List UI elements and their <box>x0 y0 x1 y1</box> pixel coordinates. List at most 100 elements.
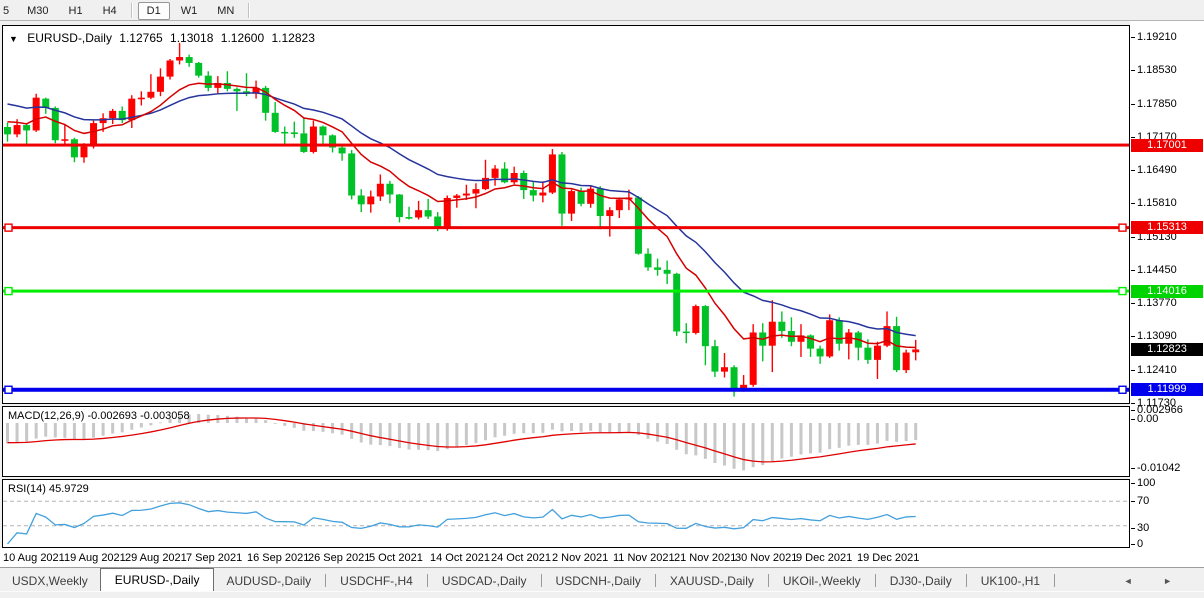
horizontal-line-1.15313[interactable] <box>3 224 1129 231</box>
tab-separator <box>427 574 428 587</box>
price-chart-pane[interactable]: ▼ EURUSD-,Daily 1.12765 1.13018 1.12600 … <box>2 25 1130 404</box>
candle-body <box>300 133 307 152</box>
horizontal-line-1.14016[interactable] <box>3 288 1129 295</box>
candle-body <box>90 123 97 146</box>
tab-separator <box>655 574 656 587</box>
tab-scroll-arrows[interactable]: ◄ ► <box>1124 576 1186 586</box>
candle-body <box>109 111 116 118</box>
date-label: 16 Sep 2021 <box>247 552 309 564</box>
date-label: 7 Sep 2021 <box>186 552 242 564</box>
symbol-dropdown-icon[interactable]: ▼ <box>9 34 18 44</box>
candle-body <box>23 125 30 130</box>
price-label-1.15313: 1.15313 <box>1131 221 1203 234</box>
chart-tab-bar: USDX,WeeklyEURUSD-,DailyAUDUSD-,DailyUSD… <box>0 567 1204 592</box>
macd-pane[interactable]: MACD(12,26,9) -0.002693 -0.003058 <box>2 406 1130 477</box>
tab-separator <box>325 574 326 587</box>
timeframe-button-m30[interactable]: M30 <box>18 2 57 20</box>
candlestick-chart[interactable] <box>3 26 1129 403</box>
candle-body <box>167 60 174 76</box>
tab-separator <box>541 574 542 587</box>
timeframe-button-d1[interactable]: D1 <box>138 2 170 20</box>
candle-body <box>645 254 652 268</box>
chart-tab-usdx-weekly[interactable]: USDX,Weekly <box>0 570 100 592</box>
line-handle[interactable] <box>1119 224 1126 231</box>
line-handle[interactable] <box>1119 288 1126 295</box>
price-tick-label: 1.13770 <box>1137 298 1177 309</box>
chart-tab-usdchf-h4[interactable]: USDCHF-,H4 <box>328 570 425 592</box>
candle-body <box>597 189 604 216</box>
timeframe-button-mn[interactable]: MN <box>208 2 243 20</box>
candle-body <box>386 184 393 195</box>
candles-group[interactable] <box>4 43 919 397</box>
price-tick-label: 1.18530 <box>1137 65 1177 76</box>
date-label: 5 Oct 2021 <box>369 552 423 564</box>
price-axis[interactable]: 1.192101.185301.178501.171701.164901.158… <box>1130 21 1204 567</box>
candle-body <box>731 367 738 391</box>
candle-body <box>147 92 154 98</box>
date-label: 14 Oct 2021 <box>430 552 490 564</box>
candle-body <box>157 77 164 92</box>
macd-signal-line <box>8 418 916 462</box>
rsi-line <box>8 503 916 544</box>
candle-body <box>281 132 288 134</box>
chart-tab-eurusd-daily[interactable]: EURUSD-,Daily <box>100 568 215 593</box>
chart-tab-usdcnh-daily[interactable]: USDCNH-,Daily <box>544 570 653 592</box>
candle-body <box>358 196 365 205</box>
candle-body <box>864 348 871 360</box>
candle-body <box>520 173 527 190</box>
candle-body <box>319 127 326 136</box>
ma-fast-line[interactable] <box>8 83 916 347</box>
timeframe-button-h4[interactable]: H4 <box>94 2 126 20</box>
ohlc-high: 1.13018 <box>170 31 213 45</box>
candle-body <box>702 306 709 346</box>
macd-label: MACD(12,26,9) -0.002693 -0.003058 <box>8 410 190 422</box>
ma-slow-line[interactable] <box>8 93 916 336</box>
date-label: 10 Aug 2021 <box>3 552 65 564</box>
timeframe-button-w1[interactable]: W1 <box>172 2 207 20</box>
price-label-1.14016: 1.14016 <box>1131 285 1203 298</box>
macd-histogram <box>6 414 917 470</box>
line-handle[interactable] <box>5 386 12 393</box>
chart-tab-audusd-daily[interactable]: AUDUSD-,Daily <box>214 570 323 592</box>
candle-body <box>711 346 718 371</box>
symbol-header: ▼ EURUSD-,Daily 1.12765 1.13018 1.12600 … <box>9 31 319 45</box>
price-tick-label: 1.19210 <box>1137 32 1177 43</box>
rsi-pane[interactable]: RSI(14) 45.9729 <box>2 479 1130 548</box>
candle-body <box>52 108 59 140</box>
candle-body <box>14 125 21 134</box>
date-label: 26 Sep 2021 <box>308 552 370 564</box>
candle-body <box>683 331 690 333</box>
rsi-axis-100: 100 <box>1137 478 1155 489</box>
timeframe-button-5[interactable]: 5 <box>1 2 16 20</box>
rsi-axis-30: 30 <box>1137 523 1149 534</box>
chart-tab-uk100-h1[interactable]: UK100-,H1 <box>969 570 1052 592</box>
candle-body <box>836 320 843 343</box>
chart-tab-usdcad-daily[interactable]: USDCAD-,Daily <box>430 570 539 592</box>
candle-body <box>463 194 470 196</box>
rsi-chart[interactable] <box>3 480 1129 547</box>
price-tick-label: 1.15810 <box>1137 198 1177 209</box>
date-label: 29 Aug 2021 <box>125 552 187 564</box>
timeframe-button-h1[interactable]: H1 <box>60 2 92 20</box>
line-handle[interactable] <box>1119 386 1126 393</box>
horizontal-line-1.17001[interactable] <box>3 144 1129 147</box>
date-label: 2 Nov 2021 <box>552 552 608 564</box>
candle-body <box>549 154 556 192</box>
date-axis[interactable]: 10 Aug 202119 Aug 202129 Aug 20217 Sep 2… <box>0 548 1204 567</box>
price-tick-label: 1.14450 <box>1137 265 1177 276</box>
chart-tab-ukoil-weekly[interactable]: UKOil-,Weekly <box>771 570 873 592</box>
chart-tab-xauusd-daily[interactable]: XAUUSD-,Daily <box>658 570 766 592</box>
candle-body <box>348 153 355 195</box>
candle-body <box>778 322 785 331</box>
price-tick-label: 1.17850 <box>1137 99 1177 110</box>
tab-separator <box>1054 574 1055 587</box>
ohlc-open: 1.12765 <box>119 31 162 45</box>
line-handle[interactable] <box>5 288 12 295</box>
chart-tab-dj30-daily[interactable]: DJ30-,Daily <box>878 570 964 592</box>
line-handle[interactable] <box>5 224 12 231</box>
candle-body <box>71 139 78 157</box>
date-label: 21 Nov 2021 <box>674 552 736 564</box>
tab-separator <box>966 574 967 587</box>
candle-body <box>176 57 183 60</box>
horizontal-line-1.11999[interactable] <box>3 386 1129 393</box>
